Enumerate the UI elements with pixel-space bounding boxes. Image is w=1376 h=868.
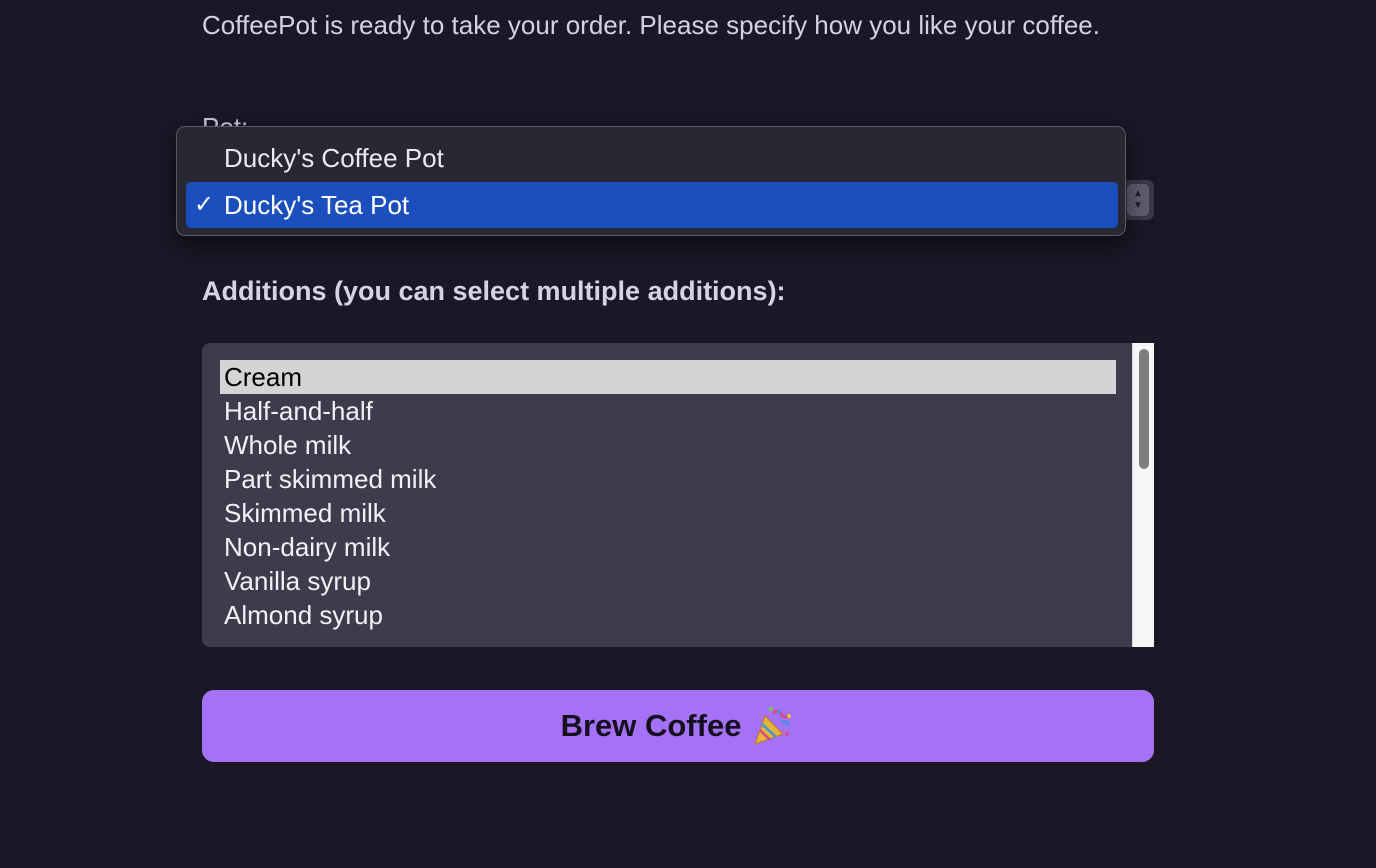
- list-item-almond-syrup[interactable]: Almond syrup: [220, 598, 1116, 632]
- list-item-skimmed-milk[interactable]: Skimmed milk: [220, 496, 1116, 530]
- brew-coffee-button[interactable]: Brew Coffee: [202, 690, 1154, 762]
- checkmark-icon: ✓: [194, 191, 215, 218]
- pot-select-popup: Ducky's Coffee Pot ✓ Ducky's Tea Pot: [176, 126, 1126, 236]
- pot-option-label: Ducky's Tea Pot: [224, 190, 410, 220]
- pot-option-coffee-pot[interactable]: Ducky's Coffee Pot: [186, 135, 1118, 181]
- select-stepper-icon[interactable]: ▲ ▼: [1127, 184, 1149, 216]
- scrollbar-thumb[interactable]: [1139, 349, 1149, 469]
- list-item-part-skimmed-milk[interactable]: Part skimmed milk: [220, 462, 1116, 496]
- list-item-non-dairy-milk[interactable]: Non-dairy milk: [220, 530, 1116, 564]
- party-popper-icon: [751, 704, 795, 748]
- additions-listbox[interactable]: Cream Half-and-half Whole milk Part skim…: [202, 343, 1154, 647]
- list-item-vanilla-syrup[interactable]: Vanilla syrup: [220, 564, 1116, 598]
- list-item-whole-milk[interactable]: Whole milk: [220, 428, 1116, 462]
- brew-button-label: Brew Coffee: [560, 708, 742, 743]
- list-item-half-and-half[interactable]: Half-and-half: [220, 394, 1116, 428]
- pot-option-label: Ducky's Coffee Pot: [224, 143, 444, 173]
- listbox-scrollbar[interactable]: [1132, 343, 1154, 647]
- pot-option-tea-pot[interactable]: ✓ Ducky's Tea Pot: [186, 182, 1118, 228]
- coffee-order-page: CoffeePot is ready to take your order. P…: [0, 0, 1376, 868]
- intro-text: CoffeePot is ready to take your order. P…: [202, 10, 1100, 40]
- list-item-cream[interactable]: Cream: [220, 360, 1116, 394]
- additions-label: Additions (you can select multiple addit…: [202, 276, 786, 306]
